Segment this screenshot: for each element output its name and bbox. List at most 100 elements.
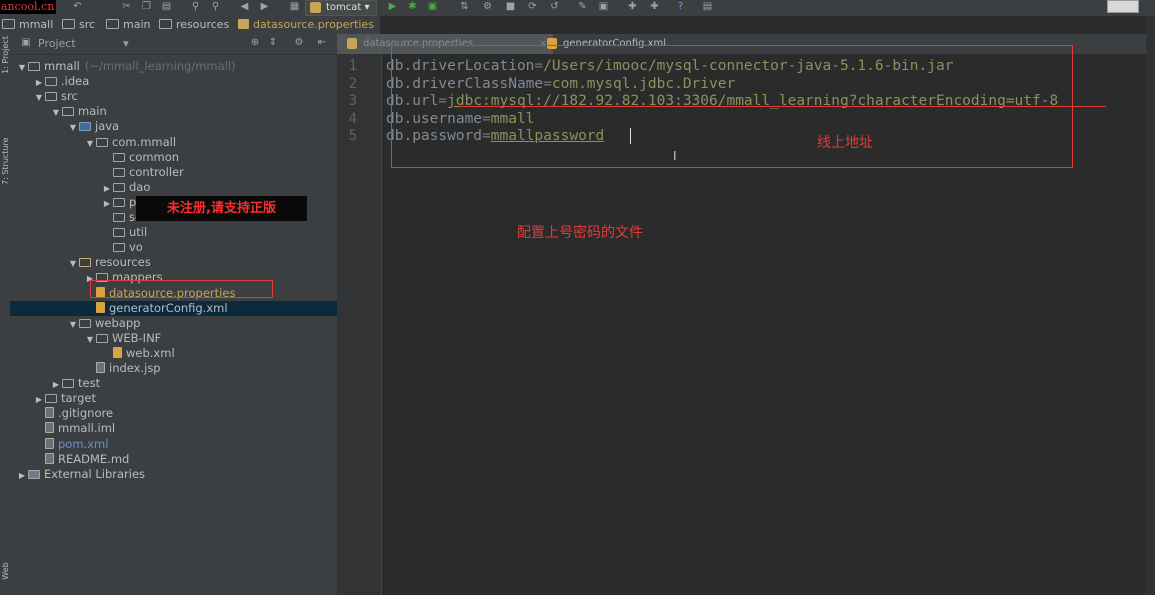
project-view-select[interactable]: Project ▾ [38, 34, 129, 54]
tree-item-web-inf[interactable]: ▼ WEB-INF [10, 331, 337, 346]
collapse-all-icon[interactable]: ⇕ [267, 37, 279, 49]
tree-item-pom-xml[interactable]: pom.xml [10, 437, 337, 452]
xml-icon [96, 301, 105, 313]
tree-item-label: mmall [44, 59, 80, 73]
chevron-right-icon[interactable]: ▶ [16, 468, 28, 483]
window-control-button[interactable] [1107, 0, 1139, 13]
chevron-down-icon[interactable]: ▼ [67, 120, 79, 135]
chevron-right-icon[interactable]: ▶ [101, 196, 113, 211]
sdk-icon[interactable]: ▣ [598, 1, 609, 12]
chevron-right-icon[interactable]: ▶ [33, 392, 45, 407]
android-icon[interactable]: ✚ [649, 1, 660, 12]
properties-file-icon [347, 38, 357, 49]
chevron-down-icon[interactable]: ▼ [33, 90, 45, 105]
tree-item-webapp[interactable]: ▼ webapp [10, 316, 337, 331]
scroll-from-source-icon[interactable]: ⊕ [249, 37, 261, 49]
settings-icon[interactable]: ✎ [577, 1, 588, 12]
plugin-icon[interactable]: ✚ [627, 1, 638, 12]
tree-item-util[interactable]: util [10, 225, 337, 240]
chevron-right-icon[interactable]: ▶ [50, 377, 62, 392]
tree-item-mmall[interactable]: ▼ mmall (~/mmall_learning/mmall) [10, 59, 337, 74]
tree-item-label: web.xml [126, 345, 175, 360]
chevron-down-icon[interactable]: ▼ [50, 105, 62, 120]
breadcrumb-item-src[interactable]: src [62, 16, 95, 34]
tree-item-index-jsp[interactable]: index.jsp [10, 361, 337, 376]
chevron-down-icon[interactable]: ▼ [84, 332, 96, 347]
tree-item-mmall-iml[interactable]: mmall.iml [10, 421, 337, 436]
tree-item-com-mmall[interactable]: ▼ com.mmall [10, 135, 337, 150]
chevron-right-icon[interactable]: ▶ [33, 75, 45, 90]
folder-icon [113, 228, 125, 238]
tree-item-src[interactable]: ▼ src [10, 89, 337, 104]
tree-item-idea[interactable]: ▶ .idea [10, 74, 337, 89]
file-icon [45, 407, 54, 419]
forward-icon[interactable]: ▶ [259, 1, 270, 12]
sync-icon[interactable]: ⟳ [527, 1, 538, 12]
tree-item-web-xml[interactable]: web.xml [10, 346, 337, 361]
tree-item-resources[interactable]: ▼ resources [10, 255, 337, 270]
folder-icon [113, 152, 125, 162]
breadcrumb-item-file[interactable]: datasource.properties [238, 16, 374, 34]
undo-icon[interactable]: ↶ [72, 1, 83, 12]
help-icon[interactable]: ? [675, 1, 686, 12]
chevron-right-icon[interactable]: ▶ [101, 181, 113, 196]
tree-item-label: vo [129, 240, 143, 255]
run-configuration-select[interactable]: tomcat ▾ [305, 0, 377, 16]
tree-item-readme-md[interactable]: README.md [10, 452, 337, 467]
file-icon [45, 437, 54, 449]
breadcrumb-item-resources[interactable]: resources [159, 16, 229, 34]
copy-icon[interactable]: ❐ [141, 1, 152, 12]
breadcrumb-item-main[interactable]: main [106, 16, 150, 34]
run-icon[interactable]: ▶ [387, 1, 398, 12]
revert-icon[interactable]: ↺ [549, 1, 560, 12]
folder-icon [28, 62, 40, 71]
build-icon[interactable]: ▦ [289, 1, 300, 12]
tree-item-main[interactable]: ▼ main [10, 104, 337, 119]
tree-item-external-libraries[interactable]: ▶ External Libraries [10, 467, 337, 482]
line-number-gutter: 1 2 3 4 5 [337, 54, 382, 595]
debug-icon[interactable]: ✱ [407, 1, 418, 12]
tree-item-test[interactable]: ▶ test [10, 376, 337, 391]
chevron-down-icon[interactable]: ▼ [84, 136, 96, 151]
tree-item-dao[interactable]: ▶ dao [10, 180, 337, 195]
folder-icon [113, 197, 125, 207]
highlight-box-file [90, 280, 273, 298]
line-number: 3 [348, 93, 357, 109]
chevron-down-icon[interactable]: ▼ [67, 256, 79, 271]
folder-icon [113, 182, 125, 192]
breadcrumb-item-mmall[interactable]: mmall [2, 16, 53, 34]
folder-icon [106, 19, 119, 29]
tree-item-generatorconfig-xml[interactable]: generatorConfig.xml [10, 300, 337, 316]
stop-icon[interactable]: ■ [505, 1, 516, 12]
coverage-icon[interactable]: ▣ [427, 1, 438, 12]
chevron-down-icon[interactable]: ▼ [16, 60, 28, 75]
project-title: Project [38, 37, 76, 50]
tree-item-label: resources [95, 255, 151, 270]
tree-item-target[interactable]: ▶ target [10, 391, 337, 406]
replace-icon[interactable]: ⚲ [210, 1, 221, 12]
cut-icon[interactable]: ✂ [121, 1, 132, 12]
folder-icon [45, 77, 57, 87]
hide-panel-icon[interactable]: ⇤ [316, 37, 328, 49]
tree-item-label: dao [129, 179, 151, 194]
structure-icon[interactable]: ⚙ [482, 1, 493, 12]
tree-item-label: WEB-INF [112, 330, 162, 345]
paste-icon[interactable]: ▤ [161, 1, 172, 12]
vcs-icon[interactable]: ⇅ [459, 1, 470, 12]
gear-icon[interactable]: ⚙ [293, 37, 305, 49]
find-icon[interactable]: ⚲ [190, 1, 201, 12]
tree-item-controller[interactable]: controller [10, 165, 337, 180]
left-tool-stripe: 1: Project 7: Structure Web [0, 34, 10, 595]
file-icon [45, 452, 54, 464]
folder-icon [45, 92, 57, 102]
right-scrollbar[interactable] [1146, 16, 1155, 595]
tree-item-common[interactable]: common [10, 150, 337, 165]
back-icon[interactable]: ◀ [239, 1, 250, 12]
terminal-icon[interactable]: ▤ [702, 1, 713, 12]
tree-item-vo[interactable]: vo [10, 240, 337, 255]
tree-item-java[interactable]: ▼ java [10, 119, 337, 134]
tree-item-gitignore[interactable]: .gitignore [10, 406, 337, 421]
folder-icon [79, 318, 91, 328]
chevron-down-icon[interactable]: ▼ [67, 317, 79, 332]
tree-item-label: .gitignore [58, 406, 114, 421]
